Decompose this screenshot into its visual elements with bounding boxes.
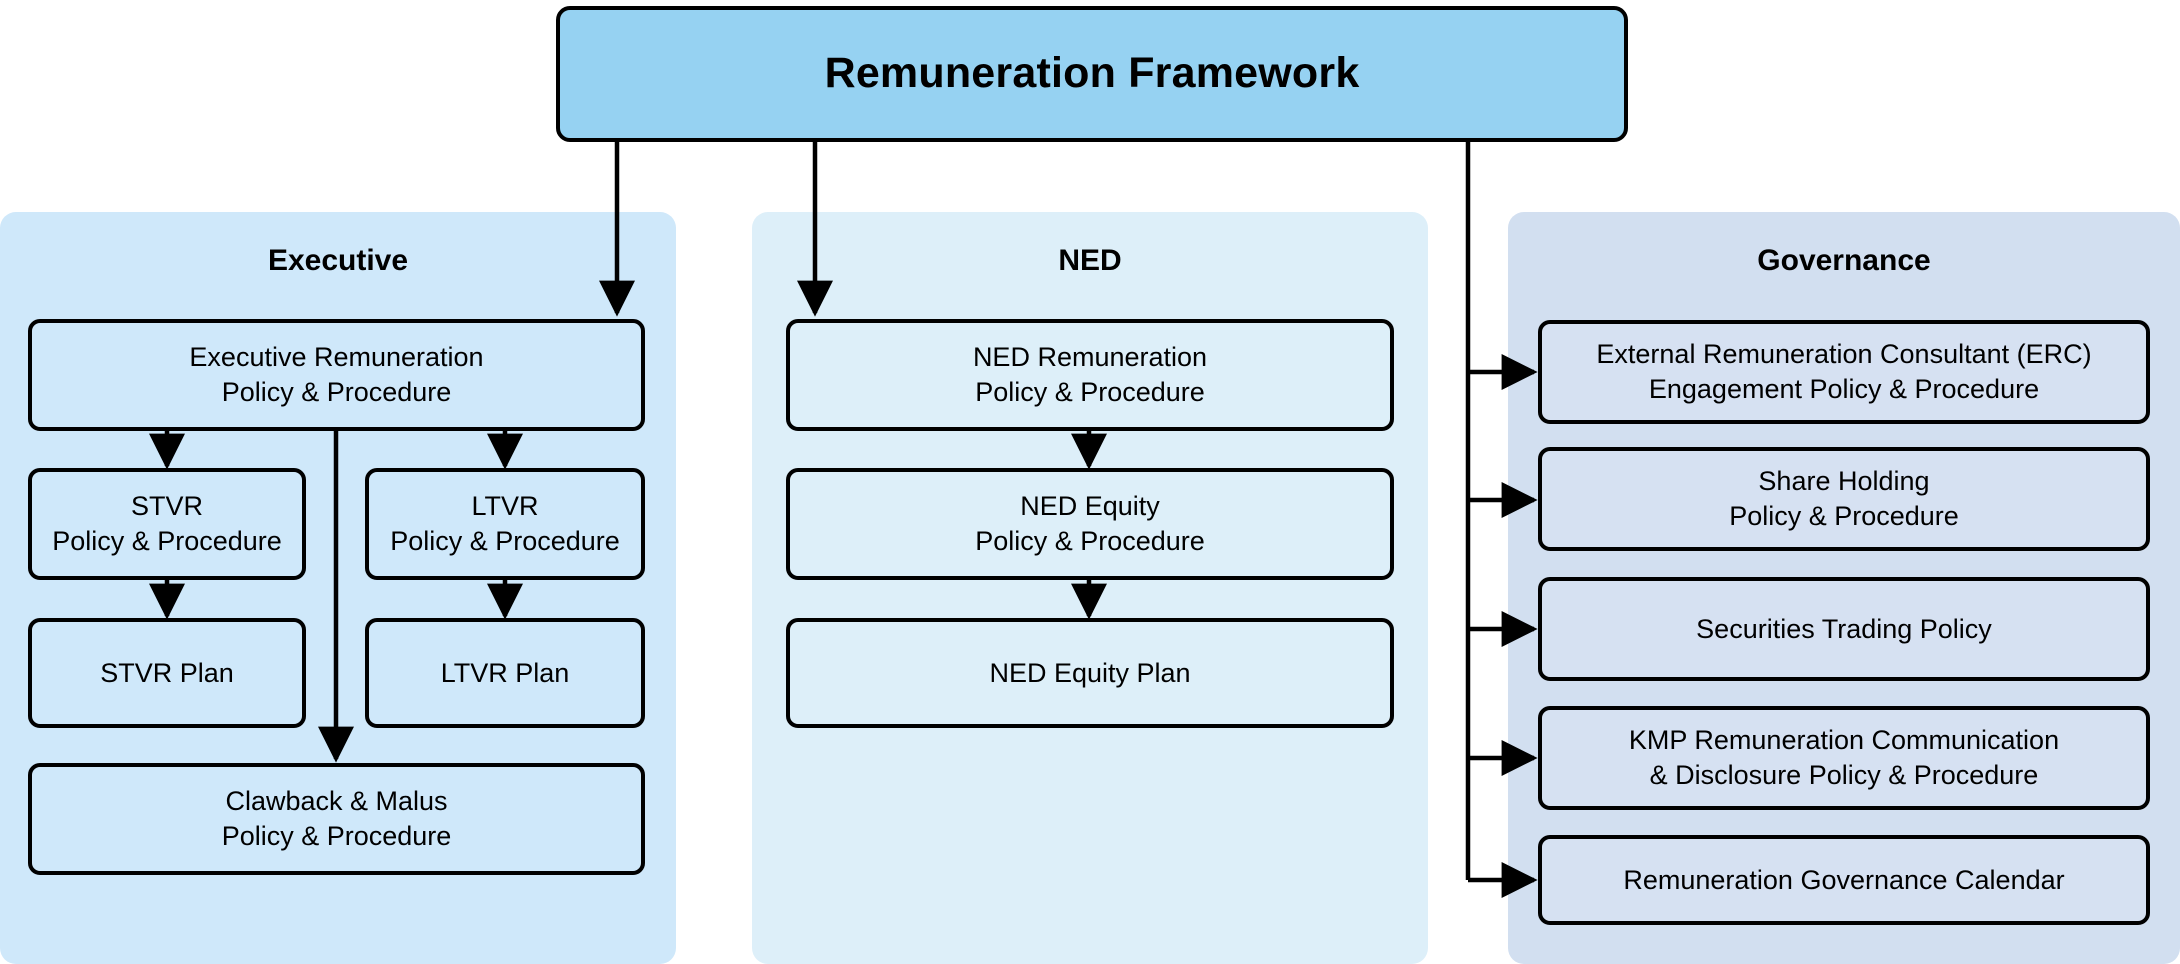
node-label: NED Equity Policy & Procedure — [975, 491, 1205, 556]
node-ned-remuneration-policy[interactable]: NED Remuneration Policy & Procedure — [786, 319, 1394, 431]
node-stvr-policy[interactable]: STVR Policy & Procedure — [28, 468, 306, 580]
root-node-label: Remuneration Framework — [824, 49, 1360, 98]
group-title-executive: Executive — [267, 244, 409, 277]
node-erc-engagement-policy[interactable]: External Remuneration Consultant (ERC) E… — [1538, 320, 2150, 424]
diagram-canvas: Remuneration Framework Executive Executi… — [0, 0, 2180, 964]
node-securities-trading-policy[interactable]: Securities Trading Policy — [1538, 577, 2150, 681]
node-ned-equity-policy[interactable]: NED Equity Policy & Procedure — [786, 468, 1394, 580]
node-label: STVR Plan — [100, 657, 234, 688]
node-clawback-and-malus-policy[interactable]: Clawback & Malus Policy & Procedure — [28, 763, 645, 875]
node-kmp-remuneration-disclosure-policy[interactable]: KMP Remuneration Communication & Disclos… — [1538, 706, 2150, 810]
node-ned-equity-plan[interactable]: NED Equity Plan — [786, 618, 1394, 728]
node-label: Securities Trading Policy — [1696, 613, 1992, 644]
node-label: Clawback & Malus Policy & Procedure — [221, 786, 452, 851]
group-title-governance: Governance — [1757, 244, 1931, 277]
node-executive-remuneration-policy[interactable]: Executive Remuneration Policy & Procedur… — [28, 319, 645, 431]
root-node-remuneration-framework[interactable]: Remuneration Framework — [556, 6, 1628, 142]
node-remuneration-governance-calendar[interactable]: Remuneration Governance Calendar — [1538, 835, 2150, 925]
node-label: Share Holding Policy & Procedure — [1729, 466, 1959, 531]
node-label: NED Equity Plan — [989, 657, 1191, 688]
node-label: External Remuneration Consultant (ERC) E… — [1596, 339, 2092, 404]
node-label: LTVR Policy & Procedure — [390, 491, 620, 556]
node-label: Remuneration Governance Calendar — [1623, 864, 2065, 895]
node-label: LTVR Plan — [440, 657, 570, 688]
node-label: NED Remuneration Policy & Procedure — [972, 342, 1208, 407]
group-title-ned: NED — [1058, 244, 1122, 277]
node-share-holding-policy[interactable]: Share Holding Policy & Procedure — [1538, 447, 2150, 551]
node-stvr-plan[interactable]: STVR Plan — [28, 618, 306, 728]
node-ltvr-plan[interactable]: LTVR Plan — [365, 618, 645, 728]
node-label: STVR Policy & Procedure — [52, 491, 282, 556]
node-ltvr-policy[interactable]: LTVR Policy & Procedure — [365, 468, 645, 580]
node-label: Executive Remuneration Policy & Procedur… — [189, 342, 484, 407]
node-label: KMP Remuneration Communication & Disclos… — [1628, 725, 2060, 790]
